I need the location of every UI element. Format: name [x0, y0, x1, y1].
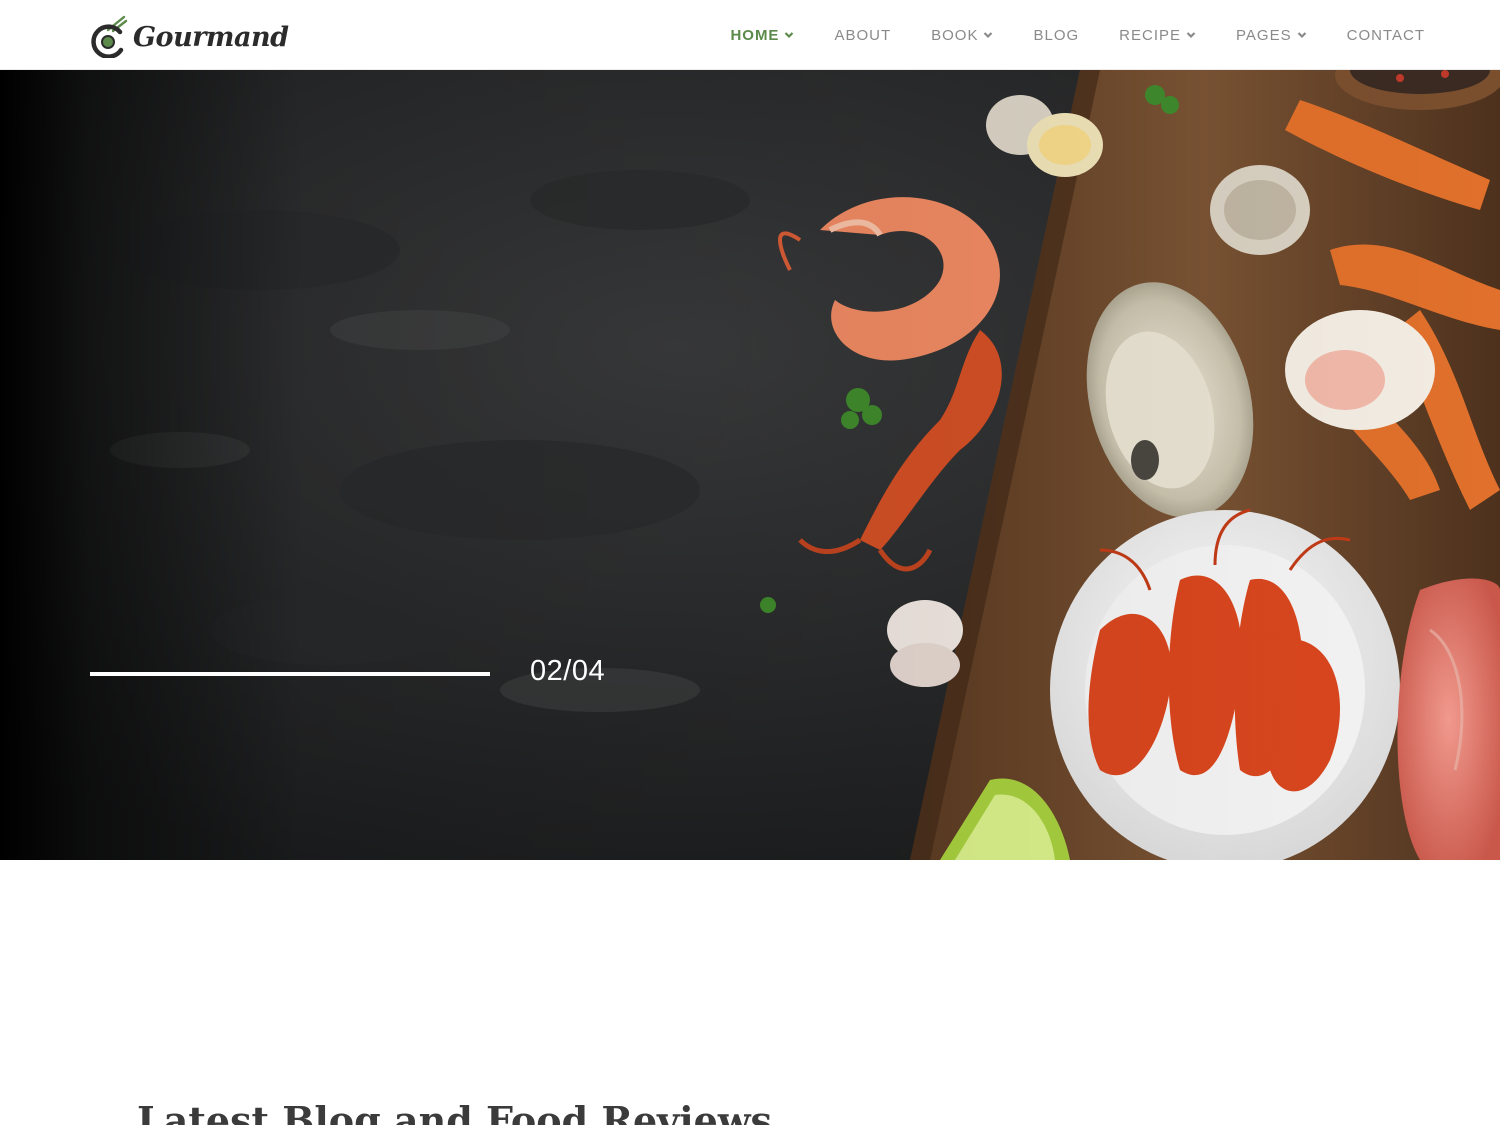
nav-item-about[interactable]: ABOUT: [834, 27, 891, 44]
latest-section-title: Latest Blog and Food Reviews: [137, 1098, 772, 1125]
nav-item-pages[interactable]: PAGES: [1236, 27, 1307, 44]
nav-item-label: PAGES: [1236, 26, 1292, 44]
site-header: Gourmand HOME ABOUT BOOK BLOG RECIPE PAG…: [0, 0, 1500, 70]
nav-item-label: BLOG: [1033, 26, 1080, 44]
nav-item-recipe[interactable]: RECIPE: [1119, 27, 1196, 44]
bowl-with-chopsticks-icon: [91, 15, 128, 58]
site-logo[interactable]: Gourmand: [90, 14, 289, 58]
chevron-down-icon: [1186, 32, 1196, 39]
chevron-down-icon: [1297, 32, 1306, 39]
nav-item-label: ABOUT: [834, 26, 892, 44]
logo-text: Gourmand: [133, 21, 289, 53]
nav-item-label: RECIPE: [1119, 26, 1182, 44]
nav-item-label: BOOK: [931, 26, 979, 44]
hero-slider[interactable]: 02/04: [0, 70, 1500, 860]
slide-counter: 02/04: [530, 655, 606, 687]
nav-item-label: CONTACT: [1346, 26, 1425, 44]
slide-progress-bar: [90, 672, 490, 676]
slide-progress-fill: [90, 672, 490, 676]
main-nav: HOME ABOUT BOOK BLOG RECIPE PAGES CONTAC…: [730, 0, 1425, 70]
nav-item-blog[interactable]: BLOG: [1033, 27, 1079, 44]
nav-item-contact[interactable]: CONTACT: [1347, 27, 1425, 44]
nav-item-label: HOME: [730, 26, 780, 44]
chevron-down-icon: [984, 32, 993, 39]
nav-item-book[interactable]: BOOK: [931, 27, 993, 44]
chevron-down-icon: [785, 32, 794, 39]
hero-image-seafood: [0, 70, 1500, 860]
nav-item-home[interactable]: HOME: [730, 27, 794, 44]
